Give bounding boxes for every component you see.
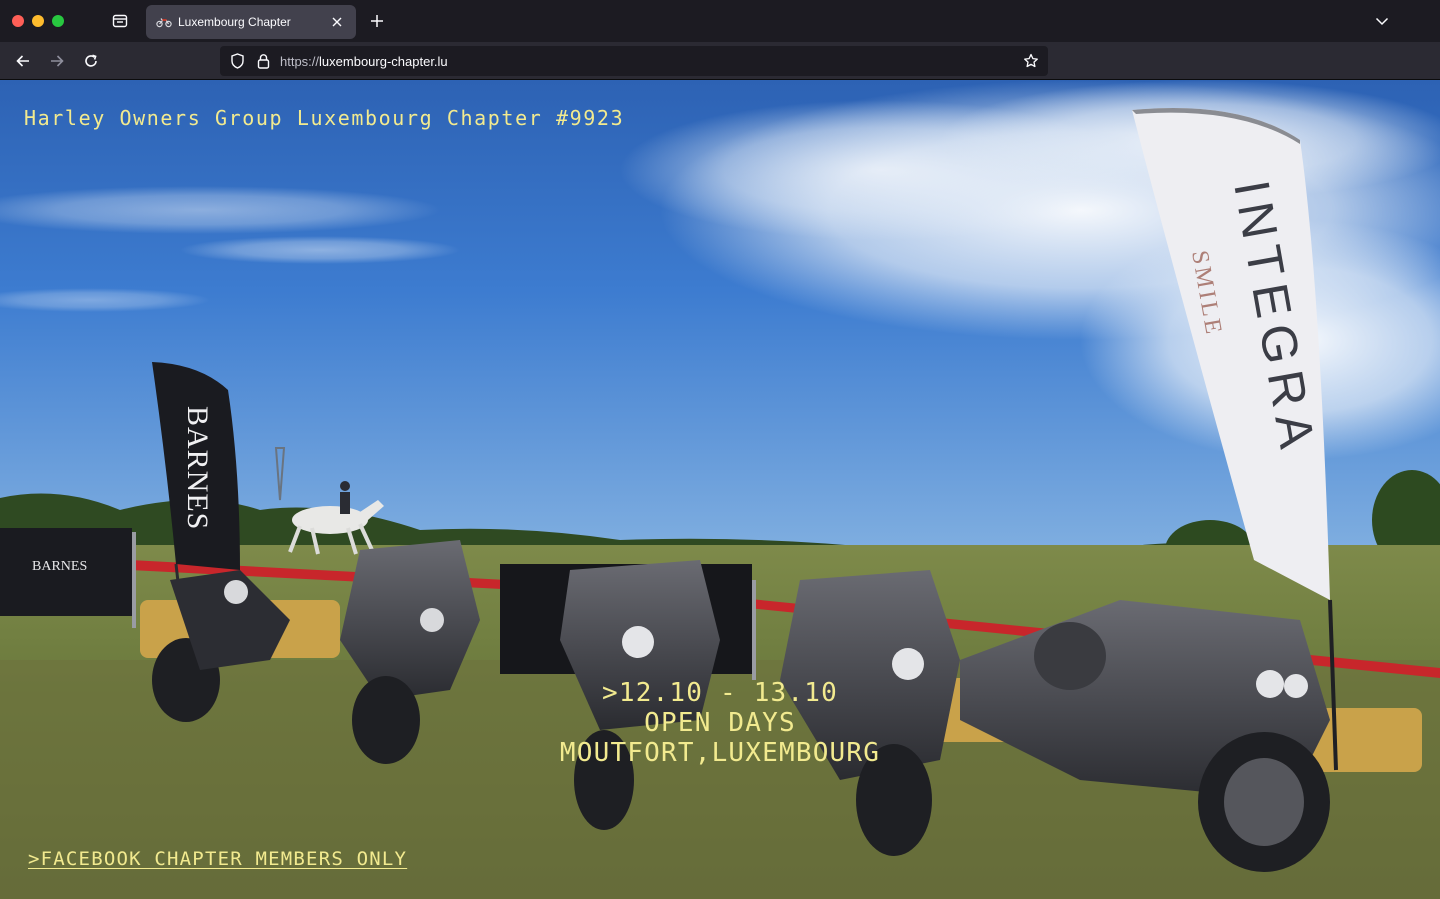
window-close-button[interactable] [12, 15, 24, 27]
chevron-down-icon [1375, 17, 1389, 26]
motorcycle-favicon-icon [156, 14, 172, 30]
plus-icon [371, 15, 383, 27]
forward-button[interactable] [46, 50, 68, 72]
bookmark-star-button[interactable] [1022, 52, 1040, 70]
arrow-right-icon [51, 55, 64, 67]
tab-title: Luxembourg Chapter [178, 15, 291, 29]
url-host: luxembourg-chapter.lu [319, 53, 448, 69]
new-tab-button[interactable] [366, 10, 388, 32]
reload-icon [85, 54, 97, 67]
star-icon [1024, 53, 1038, 68]
tracking-protection-shield-icon[interactable] [228, 52, 246, 70]
facebook-members-link[interactable]: >FACEBOOK CHAPTER MEMBERS ONLY [28, 848, 407, 870]
tab-close-button[interactable] [328, 13, 346, 31]
firefox-view-icon [112, 14, 128, 28]
address-bar[interactable]: https://luxembourg-chapter.lu [220, 46, 1048, 76]
browser-navbar: https://luxembourg-chapter.lu [0, 42, 1440, 80]
site-title: Harley Owners Group Luxembourg Chapter #… [24, 106, 625, 130]
event-name: OPEN DAYS [644, 708, 796, 738]
window-minimize-button[interactable] [32, 15, 44, 27]
url-protocol: https:// [280, 53, 320, 69]
reload-button[interactable] [80, 50, 102, 72]
url-text[interactable]: https://luxembourg-chapter.lu [280, 54, 1022, 69]
browser-titlebar: Luxembourg Chapter [0, 0, 1440, 42]
event-announcement: >12.10 - 13.10 OPEN DAYS MOUTFORT,LUXEMB… [0, 678, 1440, 768]
back-button[interactable] [12, 50, 34, 72]
page-viewport: BARNES BARNES INTEGRA SMILE Harley Owner… [0, 80, 1440, 899]
lock-icon[interactable] [254, 52, 272, 70]
firefox-view-button[interactable] [108, 10, 132, 32]
event-dates: >12.10 - 13.10 [602, 678, 838, 708]
event-location: MOUTFORT,LUXEMBOURG [559, 738, 881, 768]
close-icon [332, 17, 342, 27]
list-all-tabs-button[interactable] [1372, 11, 1392, 31]
hero-background-photo [0, 80, 1440, 899]
tab-luxembourg-chapter[interactable]: Luxembourg Chapter [146, 5, 356, 39]
arrow-left-icon [16, 55, 29, 67]
window-zoom-button[interactable] [52, 15, 64, 27]
